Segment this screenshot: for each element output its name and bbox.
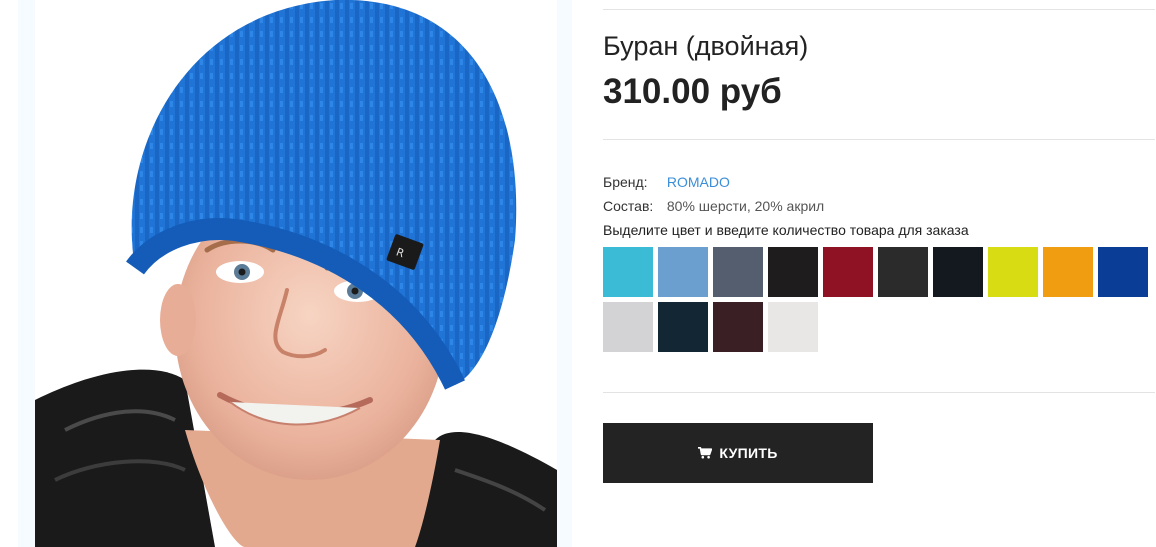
buy-button[interactable]: КУПИТЬ [603, 423, 873, 483]
composition-row: Состав: 80% шерсти, 20% акрил [603, 198, 824, 214]
color-swatches [603, 247, 1155, 352]
product-details: Буран (двойная) 310.00 руб Бренд: ROMADO… [603, 0, 1155, 547]
price-divider [603, 139, 1155, 140]
product-price: 310.00 руб [603, 72, 782, 111]
color-swatch-5[interactable] [823, 247, 873, 297]
cart-icon [698, 447, 713, 459]
color-instruction: Выделите цвет и введите количество товар… [603, 222, 969, 238]
composition-label: Состав: [603, 198, 654, 214]
color-swatch-9[interactable] [1043, 247, 1093, 297]
product-title: Буран (двойная) [603, 31, 809, 61]
brand-link[interactable]: ROMADO [667, 174, 730, 190]
color-swatch-13[interactable] [713, 302, 763, 352]
product-photo-icon: R [35, 0, 557, 547]
color-swatch-6[interactable] [878, 247, 928, 297]
composition-value: 80% шерсти, 20% акрил [666, 198, 825, 214]
color-swatch-7[interactable] [933, 247, 983, 297]
swatch-divider [603, 392, 1155, 393]
buy-button-label: КУПИТЬ [719, 445, 778, 461]
product-image-frame: R [18, 0, 572, 547]
color-swatch-2[interactable] [658, 247, 708, 297]
color-swatch-8[interactable] [988, 247, 1038, 297]
color-swatch-11[interactable] [603, 302, 653, 352]
color-swatch-1[interactable] [603, 247, 653, 297]
product-image[interactable]: R [35, 0, 557, 547]
color-swatch-3[interactable] [713, 247, 763, 297]
product-page: R Буран (двойная) 310.00 руб Бренд: ROMA… [0, 0, 1156, 547]
brand-row: Бренд: ROMADO [603, 174, 730, 190]
color-swatch-4[interactable] [768, 247, 818, 297]
top-divider [603, 9, 1155, 10]
color-swatch-12[interactable] [658, 302, 708, 352]
color-swatch-10[interactable] [1098, 247, 1148, 297]
color-swatch-14[interactable] [768, 302, 818, 352]
brand-label: Бренд: [603, 174, 648, 190]
